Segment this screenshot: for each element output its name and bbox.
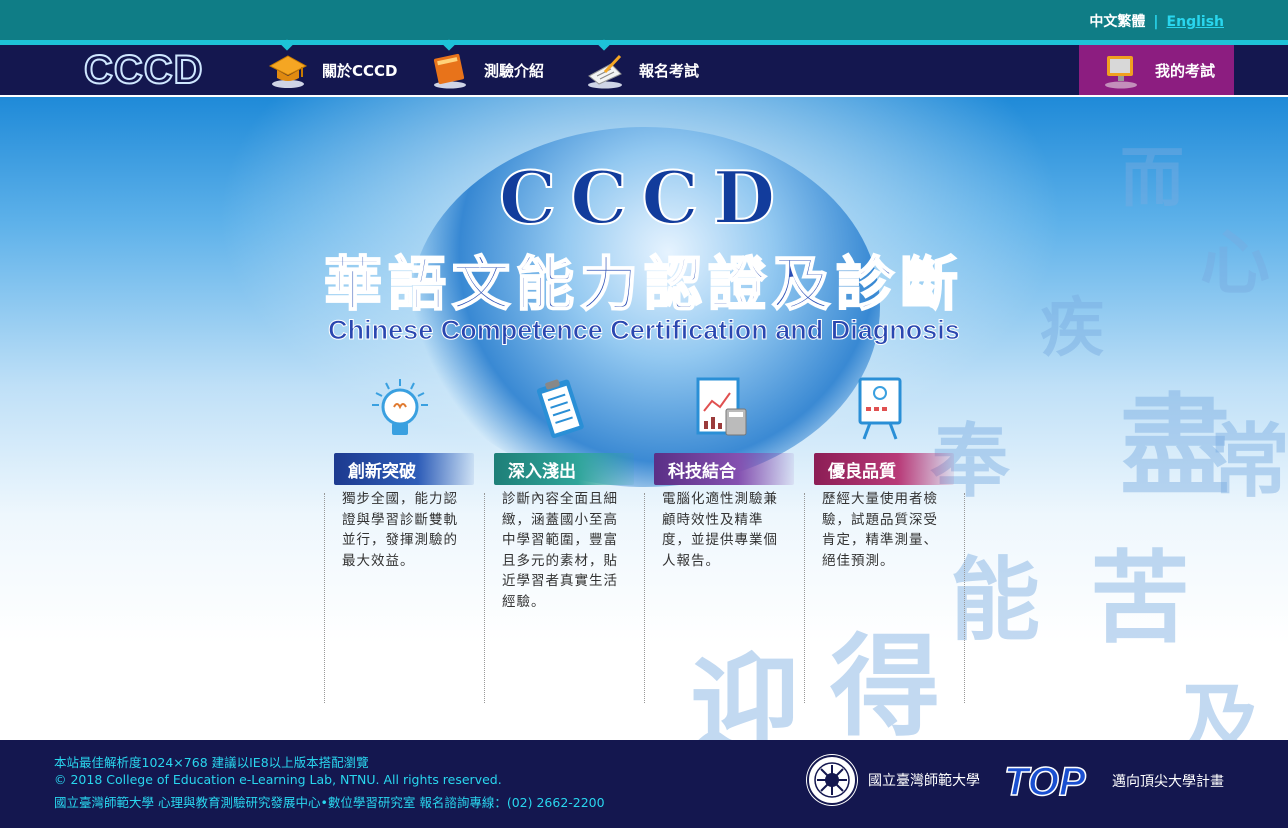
cccd-logo[interactable]: CCCD (83, 47, 204, 93)
hero-banner: 而 心 疾 盡 常 奉 苦 能 得 迎 及 CCCD 華語文能力認證及診斷 Ch… (0, 97, 1288, 740)
feature-quality: 優良品質 歷經大量使用者檢驗，試題品質深受肯定，精準測量、絕佳預測。 (804, 377, 965, 703)
clipboard-checklist-icon (524, 377, 596, 441)
nav-item-exam-intro[interactable]: 測驗介紹 (430, 39, 545, 95)
hero-title-chinese: 華語文能力認證及診斷 (323, 249, 964, 319)
feature-title: 科技結合 (668, 462, 736, 482)
language-switcher: 中文繁體 | English (1089, 11, 1224, 31)
feature-divider (324, 493, 325, 703)
my-exam-label: 我的考試 (1155, 61, 1216, 80)
feature-description: 歷經大量使用者檢驗，試題品質深受肯定，精準測量、絕佳預測。 (822, 491, 938, 569)
feature-title: 創新突破 (348, 462, 416, 482)
feature-title-band: 深入淺出 (494, 453, 634, 485)
nav-item-register[interactable]: 報名考試 (585, 39, 700, 95)
top-bar: 中文繁體 | English (0, 0, 1288, 40)
graduation-cap-icon (268, 50, 308, 90)
nav-item-label: 報名考試 (639, 61, 700, 80)
feature-description: 診斷內容全面且細緻，涵蓋國小至高中學習範圍，豐富且多元的素材，貼近學習者真實生活… (502, 491, 618, 610)
lang-separator: | (1153, 14, 1159, 30)
feature-divider (804, 493, 805, 703)
my-exam-button[interactable]: 我的考試 (1079, 45, 1234, 95)
ntnu-seal-icon (806, 754, 858, 806)
lang-zh-link[interactable]: 中文繁體 (1089, 14, 1145, 30)
nav-item-label: 測驗介紹 (484, 61, 545, 80)
feature-innovation: 創新突破 獨步全國，能力認證與學習診斷雙軌並行，發揮測驗的最大效益。 (324, 377, 484, 703)
monitor-icon (1101, 50, 1141, 90)
ntnu-link[interactable]: 國立臺灣師範大學 (806, 754, 980, 806)
report-calculator-icon (684, 377, 756, 441)
feature-technology: 科技結合 電腦化適性測驗兼顧時效性及精準度，並提供專業個人報告。 (644, 377, 804, 703)
feature-divider (964, 493, 965, 703)
feature-title: 優良品質 (828, 462, 896, 482)
feature-title-band: 科技結合 (654, 453, 794, 485)
feature-divider (644, 493, 645, 703)
footer-copyright: © 2018 College of Education e-Learning L… (54, 772, 502, 787)
feature-description: 電腦化適性測驗兼顧時效性及精準度，並提供專業個人報告。 (662, 491, 778, 569)
top-program-text: 邁向頂尖大學計畫 (1112, 774, 1224, 790)
footer-resolution-note: 本站最佳解析度1024×768 建議以IE8以上版本搭配瀏覽 (54, 755, 369, 770)
book-icon (430, 50, 470, 90)
feature-description: 獨步全國，能力認證與學習診斷雙軌並行，發揮測驗的最大效益。 (342, 491, 458, 569)
hero-title-english: Chinese Competence Certification and Dia… (328, 315, 961, 346)
calligraphy-decoration: 苦 (1090, 539, 1190, 657)
lang-en-link[interactable]: English (1167, 14, 1224, 30)
feature-title: 深入淺出 (508, 462, 576, 482)
calligraphy-decoration: 常 (1210, 414, 1288, 508)
hero-title-cccd: CCCD (498, 154, 790, 241)
nav-item-label: 關於CCCD (322, 61, 398, 80)
calligraphy-decoration: 及 (1180, 674, 1260, 740)
footer: 本站最佳解析度1024×768 建議以IE8以上版本搭配瀏覽 © 2018 Co… (0, 740, 1288, 828)
writing-paper-icon (585, 50, 625, 90)
university-name: 國立臺灣師範大學 (868, 773, 980, 789)
feature-in-depth: 深入淺出 診斷內容全面且細緻，涵蓋國小至高中學習範圍，豐富且多元的素材，貼近學習… (484, 377, 644, 703)
nav-item-about[interactable]: 關於CCCD (268, 39, 398, 95)
feature-title-band: 創新突破 (334, 453, 474, 485)
footer-contact: 國立臺灣師範大學 心理與教育測驗研究發展中心•數位學習研究室 報名諮詢專線：(0… (54, 795, 605, 810)
presentation-board-icon (844, 377, 916, 441)
top-program-logo[interactable]: TOP (1003, 759, 1086, 805)
feature-title-band: 優良品質 (814, 453, 954, 485)
lightbulb-icon (364, 377, 436, 441)
feature-divider (484, 493, 485, 703)
